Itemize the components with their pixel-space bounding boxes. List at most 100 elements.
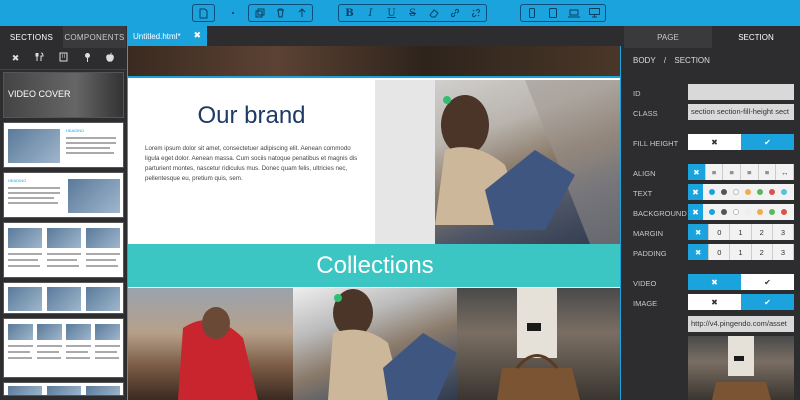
page-icon[interactable]: [193, 5, 214, 21]
tab-components[interactable]: COMPONENTS: [63, 26, 126, 48]
background-color-swatch-0[interactable]: [709, 209, 715, 215]
align-center-icon[interactable]: ≡: [723, 164, 742, 180]
italic-icon[interactable]: I: [360, 5, 381, 21]
fill-height-row: FILL HEIGHT ✖ ✔: [624, 134, 800, 152]
thumb-three-columns[interactable]: [3, 222, 124, 278]
bold-icon[interactable]: B: [339, 5, 360, 21]
background-color-swatch-6[interactable]: [781, 209, 787, 215]
phone-icon[interactable]: [521, 5, 542, 21]
breadcrumb-body[interactable]: BODY: [633, 56, 656, 65]
copy-icon[interactable]: [249, 5, 270, 21]
padding-none-button[interactable]: ✖: [688, 244, 710, 260]
background-color-swatch-3[interactable]: [745, 209, 751, 215]
video-on-button[interactable]: ✔: [741, 274, 794, 290]
padding-2-button[interactable]: 2: [751, 244, 773, 260]
fill-height-label: FILL HEIGHT: [633, 139, 679, 148]
video-off-button[interactable]: ✖: [688, 274, 741, 290]
align-right-icon[interactable]: ≡: [741, 164, 759, 180]
eraser-icon[interactable]: [423, 5, 444, 21]
background-color-swatch-5[interactable]: [769, 209, 775, 215]
brand-paragraph[interactable]: Lorem ipsum dolor sit amet, consectetuer…: [145, 144, 360, 184]
text-color-swatch-5[interactable]: [769, 189, 775, 195]
strikethrough-icon[interactable]: S: [402, 5, 423, 21]
padding-0-button[interactable]: 0: [709, 244, 731, 260]
text-color-swatch-3[interactable]: [745, 189, 751, 195]
margin-2-button[interactable]: 2: [751, 224, 773, 240]
text-color-swatch-4[interactable]: [757, 189, 763, 195]
link-icon[interactable]: [444, 5, 465, 21]
apple-icon[interactable]: [106, 52, 115, 65]
background-color-swatch-4[interactable]: [757, 209, 763, 215]
text-color-swatch-1[interactable]: [721, 189, 727, 195]
background-color-swatch-2[interactable]: [733, 209, 739, 215]
brand-photo[interactable]: [375, 80, 620, 244]
collections-banner[interactable]: Collections: [128, 244, 620, 287]
margin-1-button[interactable]: 1: [730, 224, 752, 240]
desktop-icon[interactable]: [584, 5, 605, 21]
image-preview: [688, 336, 794, 400]
tablet-icon[interactable]: [542, 5, 563, 21]
unlink-icon[interactable]: [465, 5, 486, 21]
text-color-row: TEXT ✖: [624, 184, 800, 202]
breadcrumb-separator: /: [663, 56, 667, 65]
gallery-photo-1[interactable]: [128, 288, 293, 400]
cutlery-icon[interactable]: [35, 52, 44, 65]
gallery-photo-2[interactable]: [293, 288, 457, 400]
tab-page[interactable]: PAGE: [624, 26, 712, 48]
margin-3-button[interactable]: 3: [772, 224, 795, 240]
pin-icon[interactable]: [84, 52, 91, 65]
background-label: BACKGROUND: [633, 209, 687, 218]
image-toggle: ✖ ✔: [688, 294, 794, 310]
background-color-swatch-1[interactable]: [721, 209, 727, 215]
gallery-photo-3[interactable]: [457, 288, 620, 400]
thumb-video-cover[interactable]: VIDEO COVER: [3, 72, 124, 118]
breadcrumb-section[interactable]: SECTION: [674, 56, 710, 65]
device-group: [520, 4, 606, 22]
thumb-four-columns[interactable]: [3, 318, 124, 378]
thumb-more[interactable]: [3, 382, 124, 396]
file-tab[interactable]: Untitled.html* ✖: [127, 26, 207, 46]
align-stretch-icon[interactable]: ↔: [776, 164, 795, 180]
margin-row: MARGIN ✖ 0 1 2 3: [624, 224, 800, 242]
text-color-swatch-0[interactable]: [709, 189, 715, 195]
image-url-input[interactable]: http://v4.pingendo.com/asset: [688, 316, 794, 332]
brand-section[interactable]: Our brand Lorem ipsum dolor sit amet, co…: [128, 80, 375, 244]
underline-icon[interactable]: U: [381, 5, 402, 21]
fill-height-on-button[interactable]: ✔: [741, 134, 794, 150]
image-off-button[interactable]: ✖: [688, 294, 741, 310]
page-canvas[interactable]: Our brand Lorem ipsum dolor sit amet, co…: [127, 46, 621, 400]
move-up-icon[interactable]: [291, 5, 312, 21]
close-icon[interactable]: ✖: [12, 54, 20, 64]
text-color-swatch-2[interactable]: [733, 189, 739, 195]
tab-sections[interactable]: SECTIONS: [0, 26, 63, 48]
align-none-button[interactable]: ✖: [688, 164, 706, 180]
align-left-icon[interactable]: ≡: [705, 164, 724, 180]
class-input[interactable]: section section-fill-height sect: [688, 104, 794, 120]
breadcrumb: BODY / SECTION: [633, 56, 716, 65]
padding-3-button[interactable]: 3: [772, 244, 795, 260]
text-format-group: B I U S: [338, 4, 487, 22]
collections-heading[interactable]: Collections: [316, 252, 433, 280]
id-input[interactable]: [688, 84, 794, 100]
margin-options: ✖ 0 1 2 3: [688, 224, 795, 240]
thumb-gallery[interactable]: [3, 282, 124, 314]
building-icon[interactable]: [59, 52, 68, 65]
thumb-heading-right[interactable]: HEADING: [3, 122, 124, 168]
laptop-icon[interactable]: [563, 5, 584, 21]
image-on-button[interactable]: ✔: [741, 294, 794, 310]
padding-1-button[interactable]: 1: [730, 244, 752, 260]
trash-icon[interactable]: [270, 5, 291, 21]
video-label: VIDEO: [633, 279, 657, 288]
tab-section[interactable]: SECTION: [712, 26, 800, 48]
close-tab-icon[interactable]: ✖: [193, 30, 201, 41]
background-none-button[interactable]: ✖: [688, 204, 703, 220]
text-color-none-button[interactable]: ✖: [688, 184, 703, 200]
align-justify-icon[interactable]: ≡: [758, 164, 777, 180]
brand-heading[interactable]: Our brand: [128, 102, 375, 130]
margin-none-button[interactable]: ✖: [688, 224, 710, 240]
thumb-heading-left[interactable]: HEADING: [3, 172, 124, 218]
text-color-swatch-6[interactable]: [781, 189, 787, 195]
hero-section-image[interactable]: [128, 46, 620, 78]
margin-0-button[interactable]: 0: [709, 224, 731, 240]
fill-height-off-button[interactable]: ✖: [688, 134, 741, 150]
